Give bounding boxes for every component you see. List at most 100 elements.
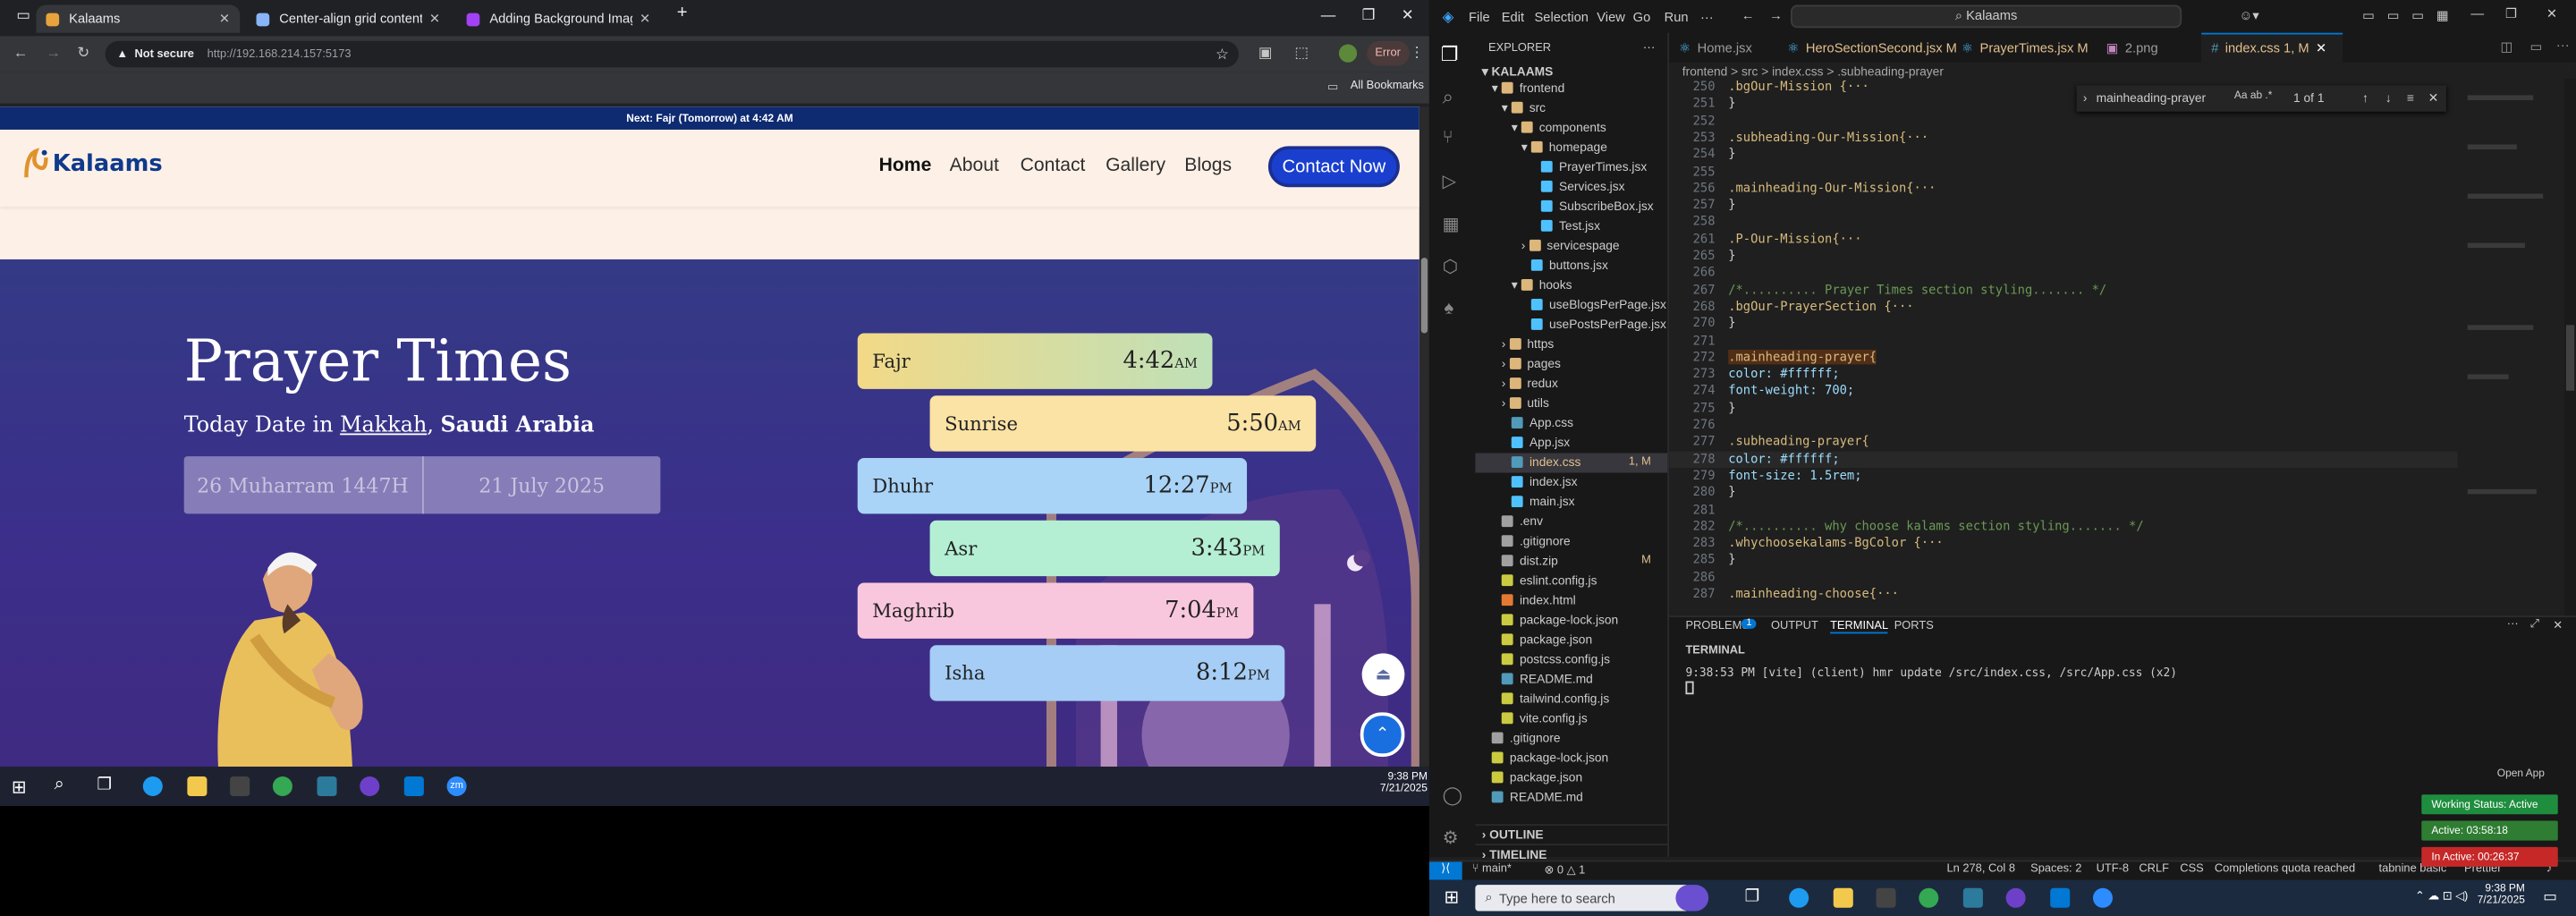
- code-line[interactable]: 282 /*.......... why choose kalams sectio…: [1669, 519, 2458, 536]
- language-mode[interactable]: CSS: [2180, 863, 2203, 875]
- tab-index-css[interactable]: # index.css 1, M ✕: [2201, 32, 2343, 63]
- tree-item[interactable]: .gitignore: [1475, 532, 1667, 552]
- tree-item[interactable]: package-lock.json: [1475, 749, 1667, 768]
- tree-item[interactable]: useBlogsPerPage.jsx: [1475, 295, 1667, 315]
- tree-item[interactable]: package-lock.json: [1475, 611, 1667, 631]
- nav-forward-icon[interactable]: →: [1769, 8, 1783, 23]
- sidebar-toggle-icon[interactable]: ▭: [2411, 8, 2424, 23]
- code-line[interactable]: 279 font-size: 1.5rem;: [1669, 468, 2458, 485]
- page-scrollbar[interactable]: [1419, 106, 1429, 767]
- open-app-link[interactable]: Open App: [2497, 768, 2545, 780]
- code-line[interactable]: 261 .P-Our-Mission{···: [1669, 231, 2458, 248]
- close-window-icon[interactable]: ✕: [2546, 6, 2557, 21]
- chrome-icon[interactable]: [1919, 887, 1939, 908]
- code-line[interactable]: 250 .bgOur-Mission {···: [1669, 79, 2458, 96]
- code-line[interactable]: 268 .bgOur-PrayerSection {···: [1669, 299, 2458, 316]
- code-line[interactable]: 252: [1669, 113, 2458, 130]
- tree-item[interactable]: eslint.config.js: [1475, 572, 1667, 591]
- city-link[interactable]: Makkah: [340, 413, 427, 438]
- code-line[interactable]: 270}: [1669, 316, 2458, 333]
- back-icon[interactable]: ←: [13, 45, 29, 61]
- indentation[interactable]: Spaces: 2: [2030, 863, 2081, 875]
- task-view-icon[interactable]: ❐: [97, 776, 111, 794]
- more-actions-icon[interactable]: ···: [1643, 39, 1656, 55]
- cursor-position[interactable]: Ln 278, Col 8: [1946, 863, 2015, 875]
- code-line[interactable]: 286: [1669, 569, 2458, 586]
- menu-kebab-icon[interactable]: ⋮: [1410, 45, 1425, 63]
- tree-item[interactable]: PrayerTimes.jsx: [1475, 157, 1667, 177]
- vscode-icon[interactable]: [403, 776, 424, 797]
- notification-icon[interactable]: ▭: [2543, 888, 2557, 906]
- tree-item[interactable]: package.json: [1475, 768, 1667, 788]
- layout-toggle-icon[interactable]: ▭: [2362, 8, 2375, 23]
- tree-item[interactable]: › pages: [1475, 354, 1667, 374]
- code-line[interactable]: 258: [1669, 214, 2458, 231]
- close-icon[interactable]: ✕: [2316, 41, 2326, 56]
- nav-gallery[interactable]: Gallery: [1106, 156, 1165, 175]
- remote-icon[interactable]: ⬡: [1443, 256, 1459, 277]
- outline-section[interactable]: › OUTLINE: [1475, 824, 1668, 844]
- tab-herosection[interactable]: ⚛ HeroSectionSecond.jsx M: [1777, 33, 1957, 63]
- menu-more[interactable]: ···: [1700, 10, 1714, 25]
- tab-2-png[interactable]: ▣ 2.png: [2097, 33, 2202, 63]
- copilot-icon[interactable]: ☺▾: [2239, 8, 2258, 23]
- tree-item[interactable]: › redux: [1475, 374, 1667, 394]
- nav-home[interactable]: Home: [879, 156, 932, 175]
- restore-icon[interactable]: ❐: [1362, 6, 1376, 24]
- file-explorer-icon[interactable]: [1833, 887, 1853, 908]
- editor-scrollbar[interactable]: [2564, 79, 2576, 616]
- encoding[interactable]: UTF-8: [2097, 863, 2129, 875]
- code-line[interactable]: 254}: [1669, 147, 2458, 164]
- maximize-panel-icon[interactable]: ⤢: [2530, 619, 2539, 632]
- run-debug-icon[interactable]: ▷: [1443, 171, 1457, 192]
- tab-prayertimes[interactable]: ⚛ PrayerTimes.jsx M: [1952, 33, 2097, 63]
- site-logo[interactable]: Kalaams: [21, 148, 163, 181]
- tree-item[interactable]: dist.zip M: [1475, 552, 1667, 572]
- tree-item[interactable]: ▾ components: [1475, 118, 1667, 138]
- taskbar-search[interactable]: ⌕ Type here to search: [1475, 885, 1690, 912]
- tree-item[interactable]: › utils: [1475, 394, 1667, 413]
- tree-item[interactable]: package.json: [1475, 631, 1667, 650]
- code-line[interactable]: 281: [1669, 502, 2458, 519]
- close-window-icon[interactable]: ✕: [1402, 6, 1414, 24]
- close-icon[interactable]: ✕: [429, 12, 440, 27]
- extensions-icon[interactable]: ▦: [1443, 214, 1460, 234]
- reload-icon[interactable]: ↻: [77, 45, 89, 63]
- code-line[interactable]: 278 color: #ffffff;: [1669, 450, 2458, 468]
- tab-home-jsx[interactable]: ⚛ Home.jsx: [1669, 33, 1777, 63]
- terminal-cursor[interactable]: [1685, 681, 1694, 695]
- tree-item[interactable]: App.css: [1475, 413, 1667, 433]
- command-center[interactable]: ⌕ Kalaams: [1791, 4, 2182, 29]
- tree-item[interactable]: index.jsx: [1475, 473, 1667, 493]
- app-icon[interactable]: [317, 776, 337, 797]
- code-line[interactable]: 283 .whychoosekalams-BgColor {···: [1669, 535, 2458, 552]
- menu-edit[interactable]: Edit: [1502, 10, 1524, 25]
- code-line[interactable]: 275}: [1669, 400, 2458, 417]
- explorer-icon[interactable]: ❐: [1441, 43, 1459, 66]
- account-icon[interactable]: ◯: [1443, 785, 1463, 806]
- code-line[interactable]: 285}: [1669, 552, 2458, 569]
- tree-item[interactable]: tailwind.config.js: [1475, 690, 1667, 709]
- app-icon[interactable]: [1962, 887, 1983, 908]
- code-line[interactable]: 257}: [1669, 197, 2458, 214]
- contact-now-button[interactable]: Contact Now: [1267, 146, 1400, 188]
- scrollbar-thumb[interactable]: [1420, 258, 1428, 334]
- remote-indicator-icon[interactable]: ⟩⟨: [1428, 861, 1462, 880]
- source-control-icon[interactable]: ⑂: [1443, 128, 1453, 148]
- tree-item[interactable]: index.css 1, M: [1475, 453, 1668, 473]
- split-editor-icon[interactable]: ◫: [2500, 39, 2512, 55]
- all-bookmarks-link[interactable]: All Bookmarks: [1351, 81, 1424, 92]
- code-line[interactable]: 277 .subheading-prayer{: [1669, 434, 2458, 451]
- tree-item[interactable]: main.jsx: [1475, 493, 1667, 513]
- line-ending[interactable]: CRLF: [2139, 863, 2169, 875]
- minimize-icon[interactable]: —: [2470, 6, 2484, 21]
- close-icon[interactable]: ✕: [219, 12, 230, 27]
- forward-icon[interactable]: →: [46, 45, 61, 61]
- code-line[interactable]: 271: [1669, 333, 2458, 350]
- menu-selection[interactable]: Selection: [1534, 10, 1588, 25]
- nav-back-icon[interactable]: ←: [1741, 8, 1755, 23]
- zoom-icon[interactable]: zm: [446, 776, 467, 797]
- error-badge[interactable]: Error: [1367, 40, 1410, 66]
- store-icon[interactable]: [230, 776, 250, 797]
- branch-indicator[interactable]: ⑂ main*: [1472, 863, 1512, 875]
